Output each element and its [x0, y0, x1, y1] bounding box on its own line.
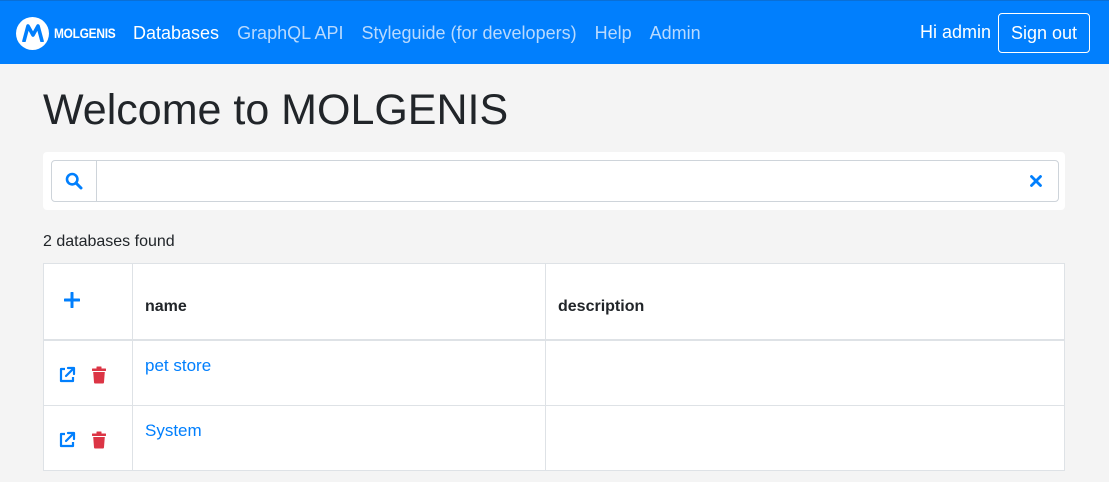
search-input[interactable]	[97, 161, 1014, 201]
plus-icon[interactable]	[61, 289, 83, 311]
molgenis-logo-icon	[16, 16, 49, 50]
nav-link-help[interactable]: Help	[595, 22, 632, 44]
table-row: System	[43, 405, 1065, 471]
row-description-cell	[545, 339, 1065, 406]
close-icon[interactable]	[1014, 161, 1058, 201]
databases-table: name description pet store System	[43, 263, 1065, 471]
search-icon	[52, 161, 97, 201]
row-actions	[43, 405, 133, 471]
sign-out-button[interactable]: Sign out	[998, 13, 1090, 53]
results-count: 2 databases found	[43, 233, 175, 250]
nav-links: Databases GraphQL API Styleguide (for de…	[133, 22, 719, 44]
actions-header	[43, 263, 133, 341]
table-row: pet store	[43, 339, 1065, 406]
nav-link-databases[interactable]: Databases	[133, 22, 219, 44]
nav-link-styleguide[interactable]: Styleguide (for developers)	[361, 22, 576, 44]
row-name-cell: pet store	[132, 339, 546, 406]
table-header-row: name description	[43, 263, 1065, 341]
trash-icon[interactable]	[88, 429, 110, 451]
row-description-cell	[545, 405, 1065, 471]
nav-link-admin[interactable]: Admin	[650, 22, 701, 44]
database-link[interactable]: System	[145, 421, 202, 440]
navbar: MOLGENIS Databases GraphQL API Styleguid…	[0, 0, 1109, 64]
search-group	[51, 160, 1059, 202]
search-panel	[43, 152, 1065, 210]
trash-icon[interactable]	[88, 364, 110, 386]
brand-name: MOLGENIS	[54, 25, 116, 41]
nav-link-graphql-api[interactable]: GraphQL API	[237, 22, 343, 44]
brand[interactable]: MOLGENIS	[16, 16, 126, 50]
external-link-icon[interactable]	[56, 364, 78, 386]
page-title: Welcome to MOLGENIS	[43, 86, 509, 134]
database-link[interactable]: pet store	[145, 356, 211, 375]
column-header-description[interactable]: description	[545, 263, 1065, 341]
external-link-icon[interactable]	[56, 429, 78, 451]
column-header-name[interactable]: name	[132, 263, 546, 341]
user-greeting: Hi admin	[920, 22, 992, 42]
row-name-cell: System	[132, 405, 546, 471]
row-actions	[43, 339, 133, 406]
